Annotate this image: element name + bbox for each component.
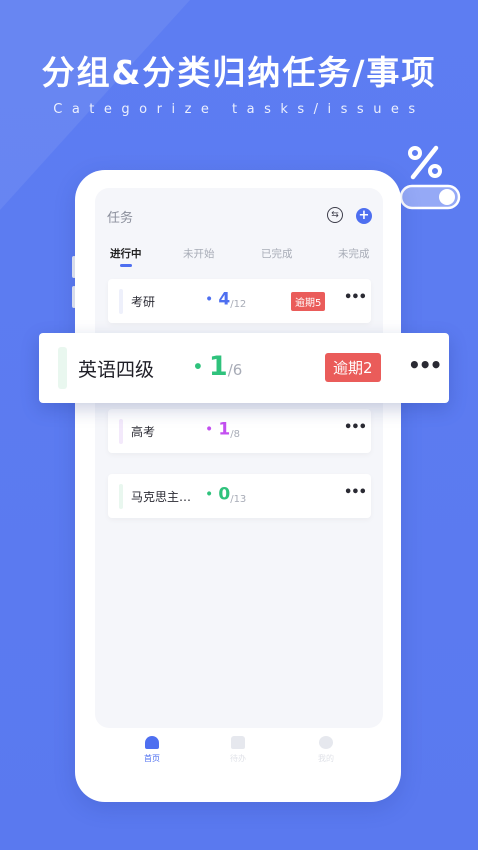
- nav-home[interactable]: 首页: [132, 736, 172, 764]
- task-name: 考研: [131, 295, 156, 309]
- progress-total: /13: [230, 494, 247, 505]
- task-name: 马克思主…: [131, 490, 192, 504]
- task-progress: • 0/13: [205, 484, 247, 506]
- promo-subline: Categorize tasks/issues: [53, 102, 425, 117]
- progress-total: /8: [230, 429, 240, 440]
- app-title: 任务: [107, 211, 134, 226]
- progress-dot: •: [205, 486, 214, 503]
- active-tab-indicator: [120, 264, 132, 267]
- task-card-kaoyan[interactable]: 考研 • 4/12 逾期5 •••: [108, 279, 371, 323]
- task-progress: • 1/6: [192, 351, 242, 382]
- progress-dot: •: [205, 421, 214, 438]
- home-icon: [145, 736, 159, 749]
- promo-headline: 分组&分类归纳任务/事项: [41, 53, 437, 92]
- percent-toggle-icon: [399, 145, 461, 210]
- more-menu-icon[interactable]: •••: [344, 290, 367, 305]
- more-menu-icon[interactable]: •••: [408, 353, 442, 377]
- progress-dot: •: [192, 354, 204, 379]
- task-card-marxism[interactable]: 马克思主… • 0/13 •••: [108, 474, 371, 518]
- task-color-bar: [58, 347, 67, 389]
- app-screen: [95, 188, 383, 728]
- task-card-cet4-highlighted[interactable]: 英语四级 • 1/6 逾期2 •••: [39, 333, 449, 403]
- task-progress: • 1/8: [205, 419, 240, 441]
- progress-total: /12: [230, 299, 247, 310]
- task-progress: • 4/12: [205, 289, 247, 311]
- task-color-bar: [119, 289, 123, 314]
- task-name: 英语四级: [78, 359, 155, 381]
- progress-done: 4: [218, 289, 231, 310]
- nav-label: 首页: [144, 754, 160, 763]
- overdue-badge: 逾期2: [325, 353, 381, 382]
- nav-todo[interactable]: 待办: [218, 736, 258, 764]
- profile-icon: [319, 736, 333, 749]
- progress-done: 1: [218, 419, 231, 440]
- nav-label: 我的: [318, 754, 334, 763]
- tab-not-started[interactable]: 未开始: [183, 246, 215, 261]
- tab-completed[interactable]: 已完成: [261, 246, 293, 261]
- progress-done: 1: [208, 351, 228, 382]
- nav-profile[interactable]: 我的: [306, 736, 346, 764]
- progress-done: 0: [218, 484, 231, 505]
- todo-icon: [231, 736, 245, 749]
- more-menu-icon[interactable]: •••: [344, 420, 367, 435]
- overdue-badge: 逾期5: [291, 292, 326, 311]
- nav-label: 待办: [230, 754, 246, 763]
- sync-icon[interactable]: ⇆: [327, 207, 343, 223]
- tab-incomplete[interactable]: 未完成: [338, 246, 370, 261]
- task-card-gaokao[interactable]: 高考 • 1/8 •••: [108, 409, 371, 453]
- plus-icon[interactable]: +: [356, 208, 372, 224]
- progress-dot: •: [205, 291, 214, 308]
- more-menu-icon[interactable]: •••: [344, 485, 367, 500]
- task-name: 高考: [131, 425, 156, 439]
- task-color-bar: [119, 419, 123, 444]
- tab-in-progress[interactable]: 进行中: [110, 246, 142, 261]
- task-color-bar: [119, 484, 123, 509]
- progress-total: /6: [227, 361, 243, 379]
